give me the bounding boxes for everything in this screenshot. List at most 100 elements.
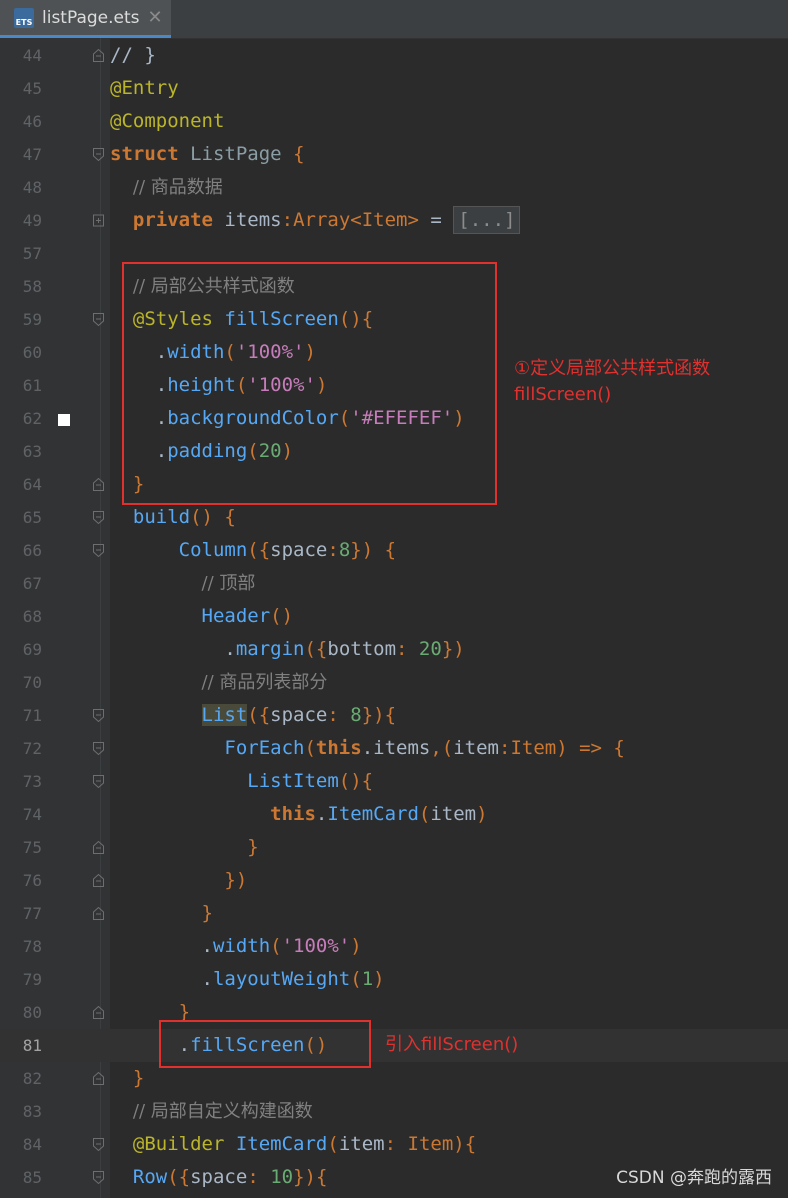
code-text: Header() bbox=[201, 605, 294, 627]
code-line[interactable]: 77 } bbox=[0, 897, 788, 930]
fold-expand-icon[interactable] bbox=[93, 214, 104, 227]
code-text: build() { bbox=[132, 506, 236, 528]
code-line[interactable]: 67 // 顶部 bbox=[0, 567, 788, 600]
code-line[interactable]: 80 } bbox=[0, 996, 788, 1029]
line-number: 70 bbox=[22, 673, 42, 692]
code-text: List({space: 8}){ bbox=[201, 704, 397, 726]
code-text: @Component bbox=[110, 110, 225, 132]
line-number: 63 bbox=[22, 442, 42, 461]
code-line[interactable]: 48 // 商品数据 bbox=[0, 171, 788, 204]
fold-collapse-icon[interactable] bbox=[93, 313, 104, 326]
line-number: 64 bbox=[22, 475, 42, 494]
code-line[interactable]: 72 ForEach(this.items,(item:Item) => { bbox=[0, 732, 788, 765]
code-line[interactable]: 74 this.ItemCard(item) bbox=[0, 798, 788, 831]
line-number: 46 bbox=[22, 112, 42, 131]
line-number: 67 bbox=[22, 574, 42, 593]
code-text: @Builder ItemCard(item: Item){ bbox=[132, 1133, 477, 1155]
code-line[interactable]: 79 .layoutWeight(1) bbox=[0, 963, 788, 996]
line-number: 59 bbox=[22, 310, 42, 329]
line-number: 81 bbox=[22, 1036, 42, 1055]
fold-collapse-icon[interactable] bbox=[93, 709, 104, 722]
code-line[interactable]: 84 @Builder ItemCard(item: Item){ bbox=[0, 1128, 788, 1161]
code-text: }) bbox=[224, 869, 248, 891]
fold-collapse-icon[interactable] bbox=[93, 148, 104, 161]
fold-collapse-icon[interactable] bbox=[93, 1006, 104, 1019]
line-number: 45 bbox=[22, 79, 42, 98]
code-line[interactable]: 73 ListItem(){ bbox=[0, 765, 788, 798]
tab-listpage[interactable]: ETS listPage.ets ✕ bbox=[0, 0, 171, 38]
code-line[interactable]: 78 .width('100%') bbox=[0, 930, 788, 963]
line-number: 68 bbox=[22, 607, 42, 626]
fold-collapse-icon[interactable] bbox=[93, 1072, 104, 1085]
line-number: 72 bbox=[22, 739, 42, 758]
code-text: @Entry bbox=[110, 77, 179, 99]
line-number: 76 bbox=[22, 871, 42, 890]
line-number: 62 bbox=[22, 409, 42, 428]
code-line[interactable]: 65 build() { bbox=[0, 501, 788, 534]
fold-collapse-icon[interactable] bbox=[93, 874, 104, 887]
annotation-define-line1: ①定义局部公共样式函数 bbox=[514, 358, 711, 379]
line-number: 47 bbox=[22, 145, 42, 164]
code-line[interactable]: 82 } bbox=[0, 1062, 788, 1095]
line-number: 74 bbox=[22, 805, 42, 824]
code-text: } bbox=[132, 1067, 145, 1089]
line-number: 65 bbox=[22, 508, 42, 527]
code-line[interactable]: 76 }) bbox=[0, 864, 788, 897]
code-text: ListItem(){ bbox=[247, 770, 374, 792]
line-number: 84 bbox=[22, 1135, 42, 1154]
line-number: 82 bbox=[22, 1069, 42, 1088]
code-text: private items:Array<Item> = [...] bbox=[110, 204, 521, 237]
watermark: CSDN @奔跑的露西 bbox=[616, 1168, 772, 1188]
fold-collapse-icon[interactable] bbox=[93, 1138, 104, 1151]
code-text: this.ItemCard(item) bbox=[270, 803, 488, 825]
code-text: ForEach(this.items,(item:Item) => { bbox=[224, 737, 625, 759]
line-number: 75 bbox=[22, 838, 42, 857]
fold-collapse-icon[interactable] bbox=[93, 841, 104, 854]
ets-file-icon: ETS bbox=[14, 7, 34, 28]
code-text: struct ListPage { bbox=[110, 143, 305, 165]
line-number: 60 bbox=[22, 343, 42, 362]
code-line[interactable]: 46 @Component bbox=[0, 105, 788, 138]
code-line[interactable]: 83 // 局部自定义构建函数 bbox=[0, 1095, 788, 1128]
annotation-define: ①定义局部公共样式函数 fillScreen() bbox=[514, 356, 710, 408]
code-line[interactable]: 49 private items:Array<Item> = [...] bbox=[0, 204, 788, 237]
code-text: .width('100%') bbox=[110, 935, 362, 957]
code-text: // 局部自定义构建函数 bbox=[132, 1101, 313, 1122]
line-number: 83 bbox=[22, 1102, 42, 1121]
code-line[interactable]: 68 Header() bbox=[0, 600, 788, 633]
fold-collapse-icon[interactable] bbox=[93, 907, 104, 920]
code-line[interactable]: 66 Column({space:8}) { bbox=[0, 534, 788, 567]
line-number: 77 bbox=[22, 904, 42, 923]
fold-collapse-icon[interactable] bbox=[93, 544, 104, 557]
line-number: 71 bbox=[22, 706, 42, 725]
bookmark-icon[interactable] bbox=[58, 414, 70, 426]
code-text: .margin({bottom: 20}) bbox=[110, 638, 465, 660]
code-line[interactable]: 75 } bbox=[0, 831, 788, 864]
code-text: Column({space:8}) { bbox=[178, 539, 397, 561]
code-line[interactable]: 69 .margin({bottom: 20}) bbox=[0, 633, 788, 666]
fold-collapse-icon[interactable] bbox=[93, 775, 104, 788]
line-number: 49 bbox=[22, 211, 42, 230]
code-line[interactable]: 45 @Entry bbox=[0, 72, 788, 105]
styles-function-highlight-box bbox=[122, 262, 497, 505]
fold-collapse-icon[interactable] bbox=[93, 511, 104, 524]
code-text: } bbox=[201, 902, 213, 924]
fold-collapse-icon[interactable] bbox=[93, 478, 104, 491]
code-text: Row({space: 10}){ bbox=[132, 1166, 328, 1188]
code-text: // } bbox=[110, 44, 156, 66]
fold-collapse-icon[interactable] bbox=[93, 1171, 104, 1184]
fold-collapse-icon[interactable] bbox=[93, 742, 104, 755]
annotation-define-line2: fillScreen() bbox=[514, 384, 612, 405]
line-number: 78 bbox=[22, 937, 42, 956]
code-line[interactable]: 70 // 商品列表部分 bbox=[0, 666, 788, 699]
line-number: 58 bbox=[22, 277, 42, 296]
line-number: 79 bbox=[22, 970, 42, 989]
code-line[interactable]: 71 List({space: 8}){ bbox=[0, 699, 788, 732]
code-line[interactable]: 44 // } bbox=[0, 39, 788, 72]
fold-collapse-icon[interactable] bbox=[93, 49, 104, 62]
line-number: 48 bbox=[22, 178, 42, 197]
close-icon[interactable]: ✕ bbox=[148, 7, 163, 28]
code-text: // 商品列表部分 bbox=[201, 672, 328, 693]
code-line[interactable]: 47 struct ListPage { bbox=[0, 138, 788, 171]
line-number: 66 bbox=[22, 541, 42, 560]
